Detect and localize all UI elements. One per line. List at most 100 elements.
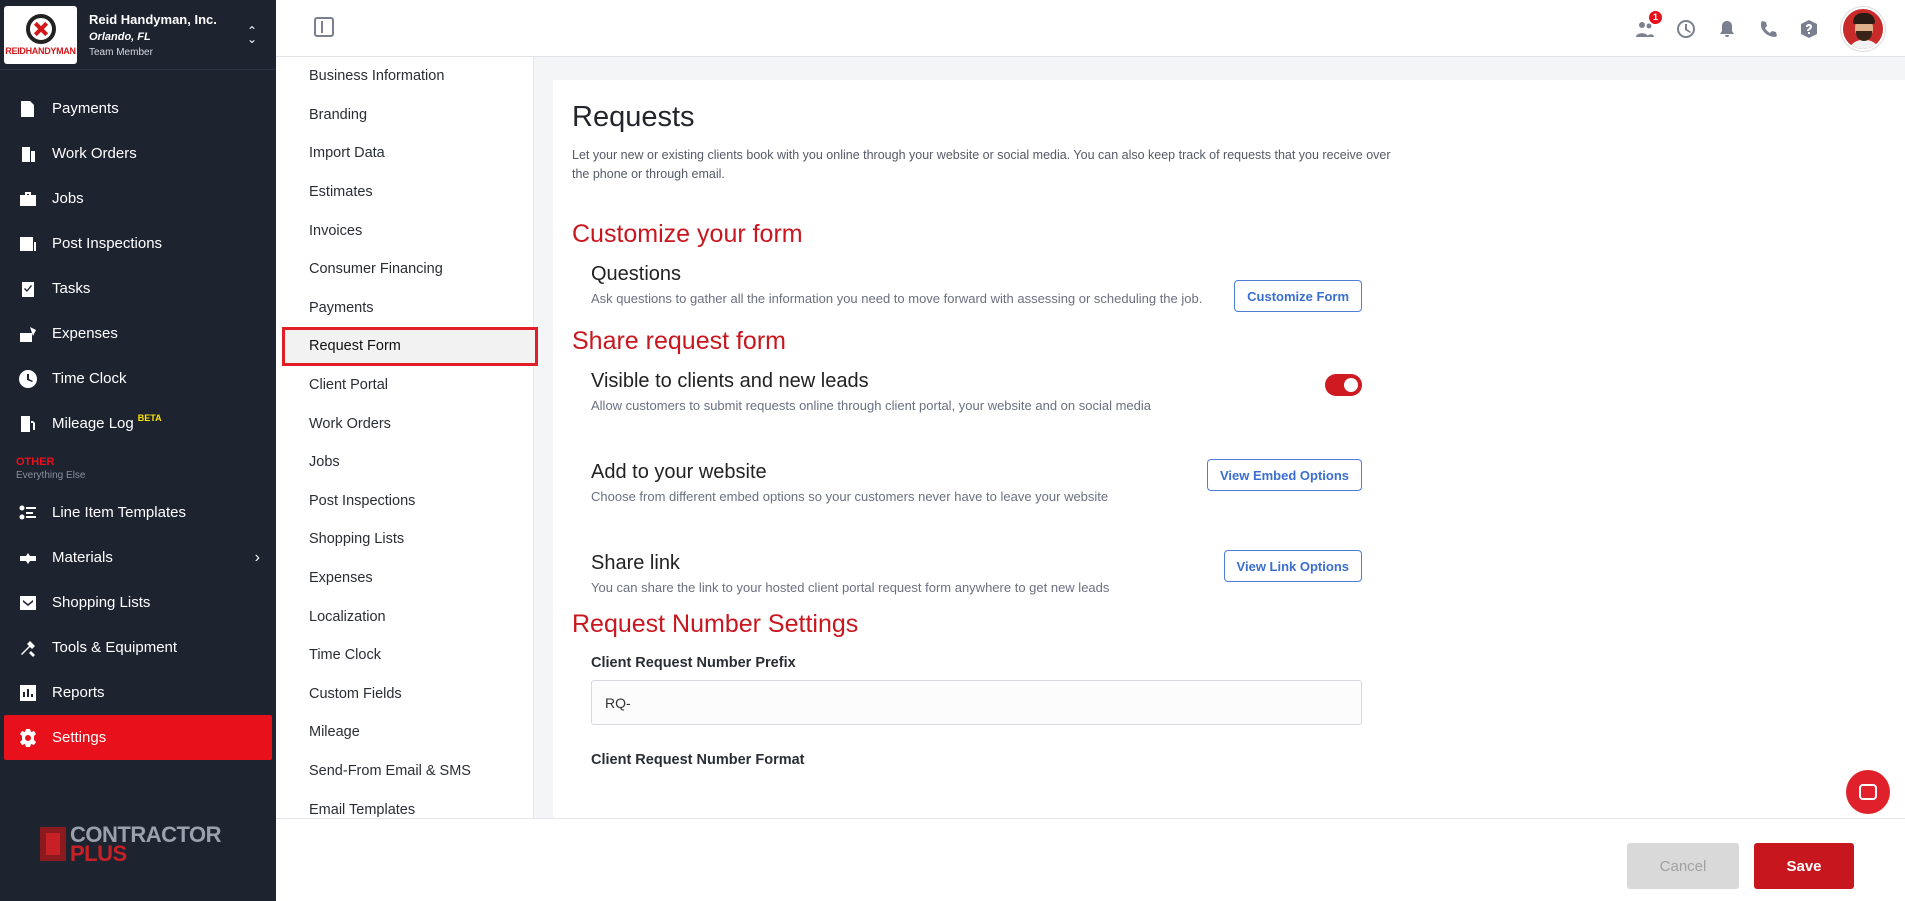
sidebar-item-tools-equipment[interactable]: Tools & Equipment [0,625,276,670]
customize-form-heading: Customize your form [572,220,803,248]
main-sidebar: REIDHANDYMAN Reid Handyman, Inc. Orlando… [0,0,276,901]
subnav-item-shopping-lists[interactable]: Shopping Lists [276,520,533,559]
clipboard-check-icon [18,279,38,299]
chart-icon [18,683,38,703]
cart-icon [18,593,38,613]
clock-icon [18,369,38,389]
visible-title: Visible to clients and new leads [591,370,869,392]
sidebar-item-materials[interactable]: Materials › [0,535,276,580]
subnav-item-expenses[interactable]: Expenses [276,559,533,598]
save-button[interactable]: Save [1754,843,1854,889]
subnav-item-estimates[interactable]: Estimates [276,173,533,212]
materials-icon [18,548,38,568]
chevron-updown-icon[interactable]: ⌃ ⌄ [242,25,262,45]
subnav-item-invoices[interactable]: Invoices [276,211,533,250]
sidebar-item-shopping-lists[interactable]: Shopping Lists [0,580,276,625]
sidebar-item-post-inspections[interactable]: Post Inspections [0,221,276,266]
sidebar-item-label: Expenses [52,325,118,342]
sidebar-item-label: Jobs [52,190,84,207]
sidebar-item-payments[interactable]: Payments [0,86,276,131]
contractor-plus-logo: CONTRACTOR PLUS [40,824,222,865]
subnav-item-jobs[interactable]: Jobs [276,443,533,482]
beta-badge: BETA [137,412,162,423]
briefcase-icon [18,189,38,209]
view-link-options-button[interactable]: View Link Options [1223,550,1362,582]
subnav-item-post-inspections[interactable]: Post Inspections [276,482,533,521]
sidebar-item-work-orders[interactable]: Work Orders [0,131,276,176]
subnav-item-mileage[interactable]: Mileage [276,713,533,752]
payments-icon [18,99,38,119]
company-switcher[interactable]: REIDHANDYMAN Reid Handyman, Inc. Orlando… [0,0,276,70]
chat-launcher-button[interactable] [1846,770,1890,814]
avatar-body [1848,39,1880,49]
prefix-field-group: Client Request Number Prefix Client Requ… [572,655,1362,768]
visible-row: Visible to clients and new leads Allow c… [572,370,1362,461]
tools-icon [18,638,38,658]
sidebar-item-mileage-log[interactable]: Mileage Log BETA [0,401,276,446]
avatar-hair [1853,12,1875,24]
notification-count-badge: 1 [1649,10,1662,24]
sidebar-item-label: Reports [52,684,105,701]
sidebar-item-line-item-templates[interactable]: Line Item Templates [0,490,276,535]
view-embed-options-button[interactable]: View Embed Options [1206,459,1362,491]
sidebar-item-settings[interactable]: Settings [4,715,272,760]
page-description: Let your new or existing clients book wi… [572,148,1391,181]
chevron-right-icon[interactable]: › [255,549,260,567]
subnav-item-custom-fields[interactable]: Custom Fields [276,675,533,714]
sidebar-item-time-clock[interactable]: Time Clock [0,356,276,401]
company-logo-text: REIDHANDYMAN [5,45,76,56]
chat-icon [1859,784,1877,800]
gear-icon [18,728,38,748]
subnav-item-send-from-email-sms[interactable]: Send-From Email & SMS [276,752,533,791]
questions-row: Questions Ask questions to gather all th… [572,263,1362,325]
prefix-label: Client Request Number Prefix [591,655,796,671]
subnav-item-import-data[interactable]: Import Data [276,134,533,173]
subnav-item-payments[interactable]: Payments [276,289,533,328]
visible-toggle[interactable] [1325,374,1362,396]
subnav-item-work-orders[interactable]: Work Orders [276,404,533,443]
share-form-heading: Share request form [572,327,786,355]
phone-icon[interactable] [1757,18,1779,40]
sidebar-nav: Payments Work Orders Jobs Post Inspectio… [0,86,276,760]
team-icon[interactable]: 1 [1634,10,1662,40]
subnav-item-client-portal[interactable]: Client Portal [276,366,533,405]
prefix-input[interactable] [591,680,1362,725]
help-icon[interactable] [1798,18,1820,40]
company-location: Orlando, FL [89,30,151,43]
inspection-icon [18,234,38,254]
subnav-item-localization[interactable]: Localization [276,597,533,636]
request-settings-panel: Requests Let your new or existing client… [553,80,1905,818]
sidebar-item-tasks[interactable]: Tasks [0,266,276,311]
contractor-plus-text: CONTRACTOR PLUS [70,824,222,865]
clock-icon[interactable] [1675,18,1697,40]
other-section-subtitle: Everything Else [16,470,86,481]
collapse-sidebar-icon[interactable] [314,17,334,37]
customize-form-button[interactable]: Customize Form [1234,280,1362,312]
subnav-item-time-clock[interactable]: Time Clock [276,636,533,675]
sidebar-item-expenses[interactable]: Expenses [0,311,276,356]
contractor-plus-mark-icon [40,827,66,861]
sidebar-item-label: Work Orders [52,145,137,162]
company-logo: REIDHANDYMAN [4,5,77,64]
cancel-button[interactable]: Cancel [1627,843,1739,889]
form-action-bar: Cancel Save [276,818,1905,901]
format-label: Client Request Number Format [591,752,805,768]
subnav-item-request-form[interactable]: Request Form [282,327,538,366]
logo-gear-icon [25,13,56,44]
expenses-icon [18,324,38,344]
subnav-item-business-information[interactable]: Business Information [276,57,533,96]
company-name: Reid Handyman, Inc. [89,11,217,27]
bell-icon[interactable] [1716,18,1738,40]
sidebar-item-label: Settings [52,729,107,746]
fuel-icon [18,414,38,434]
questions-description: Ask questions to gather all the informat… [591,291,1203,306]
user-avatar[interactable] [1841,6,1885,51]
other-section-title: OTHER [16,456,55,468]
sidebar-item-jobs[interactable]: Jobs [0,176,276,221]
sidebar-item-reports[interactable]: Reports [0,670,276,715]
subnav-item-branding[interactable]: Branding [276,96,533,135]
list-icon [18,503,38,523]
sidebar-item-label: Shopping Lists [52,594,151,611]
subnav-item-consumer-financing[interactable]: Consumer Financing [276,250,533,289]
request-number-heading: Request Number Settings [572,610,859,638]
